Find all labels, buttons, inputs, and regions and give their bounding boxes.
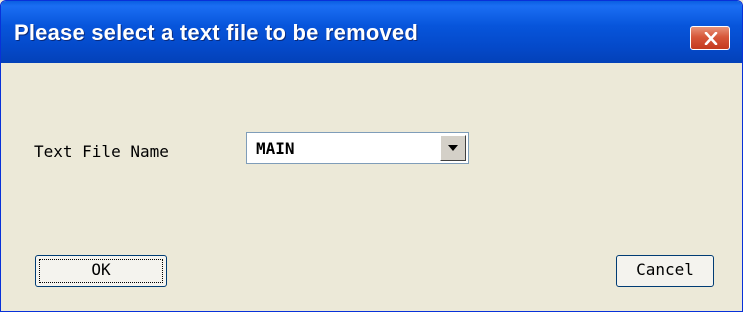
text-file-select[interactable]: MAIN <box>246 132 469 164</box>
selected-file-value: MAIN <box>256 139 295 158</box>
ok-button[interactable]: OK <box>35 255 167 287</box>
close-icon <box>704 32 718 45</box>
cancel-button[interactable]: Cancel <box>616 255 714 287</box>
dropdown-button[interactable] <box>440 135 466 161</box>
chevron-down-icon <box>448 145 458 151</box>
dialog-window: Please select a text file to be removed … <box>0 0 743 312</box>
cancel-button-label: Cancel <box>636 260 694 279</box>
title-bar[interactable]: Please select a text file to be removed <box>1 1 742 63</box>
dialog-title: Please select a text file to be removed <box>14 20 418 45</box>
text-file-name-label: Text File Name <box>34 142 169 161</box>
close-button[interactable] <box>690 26 730 50</box>
ok-button-label: OK <box>91 260 111 279</box>
